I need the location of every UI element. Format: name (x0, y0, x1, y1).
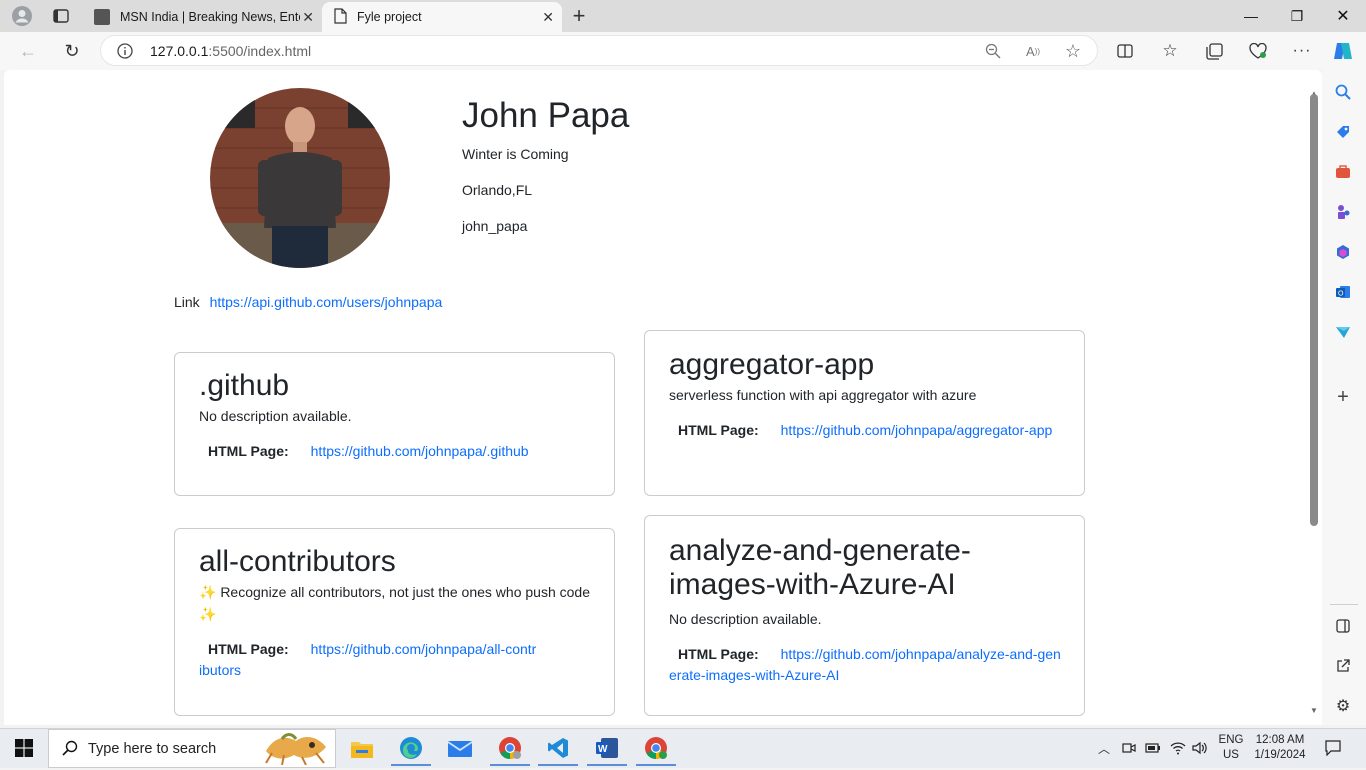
profile-location: Orlando,FL (462, 182, 533, 198)
drop-send-icon[interactable] (1332, 322, 1354, 342)
battery-icon[interactable] (1144, 740, 1162, 756)
scrollbar-thumb[interactable] (1310, 94, 1318, 526)
taskbar-search-icon (60, 738, 80, 758)
split-screen-icon[interactable] (1114, 40, 1136, 62)
close-tab-icon[interactable]: ✕ (302, 9, 314, 26)
taskbar-chrome-profile-icon[interactable] (636, 732, 676, 766)
tab-fyle-project[interactable]: Fyle project ✕ (322, 2, 562, 32)
repo-description: No description available. (669, 611, 822, 627)
search-icon[interactable] (1332, 82, 1354, 102)
profile-api-link[interactable]: https://api.github.com/users/johnpapa (210, 294, 443, 310)
input-language[interactable]: ENG US (1218, 733, 1244, 763)
refresh-icon[interactable]: ↻ (60, 40, 84, 62)
show-hidden-icons-icon[interactable]: ︿ (1096, 740, 1112, 756)
volume-icon[interactable] (1190, 739, 1210, 757)
wifi-icon[interactable] (1168, 739, 1188, 757)
open-external-icon[interactable] (1332, 656, 1354, 676)
taskbar-search-placeholder: Type here to search (88, 741, 217, 757)
page-favicon-icon (334, 7, 347, 27)
tools-briefcase-icon[interactable] (1332, 162, 1354, 182)
url-path: :5500/index.html (208, 43, 312, 59)
scroll-down-icon[interactable]: ▼ (1308, 704, 1320, 716)
profile-username: john_papa (462, 218, 528, 234)
settings-gear-icon[interactable]: ⚙ (1332, 696, 1354, 716)
search-highlight-illustration (262, 731, 330, 766)
repo-html-row: HTML Page: https://github.com/johnpapa/ag… (669, 420, 1054, 441)
taskbar-edge-icon[interactable] (391, 732, 431, 766)
repo-name: aggregator-app (669, 348, 875, 381)
html-page-label: HTML Page: (678, 646, 759, 662)
repo-html-row: HTML Page: https://github.com/johnpapa/.g… (199, 441, 590, 462)
site-info-icon[interactable] (116, 42, 134, 60)
svg-text:W: W (598, 744, 608, 755)
close-tab-icon[interactable]: ✕ (542, 9, 554, 26)
avatar (210, 88, 390, 268)
msn-favicon-icon (94, 9, 110, 25)
clock-date: 1/19/2024 (1254, 749, 1306, 761)
repo-card: analyze-and-generate-images-with-Azure-A… (644, 515, 1085, 716)
repo-card: .github No description available. HTML P… (174, 352, 615, 496)
taskbar-word-icon[interactable]: W (587, 732, 627, 766)
notifications-icon[interactable] (1322, 738, 1344, 758)
taskbar-vscode-icon[interactable] (538, 732, 578, 766)
profile-link-row: Link https://api.github.com/users/johnpa… (174, 294, 442, 310)
repo-name: analyze-and-generate-images-with-Azure-A… (669, 534, 971, 601)
shopping-tag-icon[interactable] (1332, 122, 1354, 142)
profile-icon[interactable] (8, 4, 36, 28)
favorites-icon[interactable]: ☆ (1158, 40, 1182, 62)
repo-description: ✨ Recognize all contributors, not just t… (199, 584, 590, 622)
url-text[interactable]: 127.0.0.1:5500/index.html (150, 43, 311, 59)
restore-icon[interactable]: ❐ (1274, 0, 1320, 32)
add-sidebar-app-icon[interactable]: + (1332, 386, 1354, 408)
outlook-icon[interactable]: O (1332, 282, 1354, 302)
svg-text:O: O (1338, 291, 1344, 298)
meet-now-icon[interactable] (1120, 740, 1138, 756)
repo-name: all-contributors (199, 545, 396, 578)
tab-msn[interactable]: MSN India | Breaking News, Ente ✕ (84, 2, 322, 32)
favorite-star-icon[interactable]: ☆ (1062, 40, 1084, 62)
url-host: 127.0.0.1 (150, 43, 209, 59)
new-tab-icon[interactable]: + (566, 3, 592, 28)
tab-title: Fyle project (357, 10, 422, 24)
games-icon[interactable] (1332, 202, 1354, 222)
tab-actions-icon[interactable] (48, 5, 74, 27)
repo-html-link[interactable]: https://github.com/johnpapa/aggregator-a… (781, 422, 1053, 438)
region-code: US (1223, 749, 1239, 761)
more-options-icon[interactable]: ··· (1290, 40, 1314, 62)
repo-name: .github (199, 369, 290, 402)
collections-icon[interactable] (1202, 40, 1226, 62)
read-aloud-icon[interactable]: A)) (1022, 41, 1044, 61)
repo-html-row: HTML Page: https://github.com/johnpapa/an… (669, 644, 1061, 686)
html-page-label: HTML Page: (208, 443, 289, 459)
close-window-icon[interactable]: ✕ (1320, 0, 1366, 32)
microsoft-365-icon[interactable] (1332, 242, 1354, 262)
language-code: ENG (1218, 734, 1244, 746)
taskbar-file-explorer-icon[interactable] (342, 732, 382, 766)
windows-start-icon[interactable] (14, 738, 34, 758)
repo-html-row: HTML Page: https://github.com/johnpapa/al… (199, 639, 539, 681)
taskbar-chrome-icon[interactable] (490, 732, 530, 766)
back-icon[interactable]: ← (16, 40, 40, 62)
profile-bio: Winter is Coming (462, 146, 569, 162)
clock-time: 12:08 AM (1255, 734, 1305, 746)
html-page-label: HTML Page: (208, 641, 289, 657)
repo-description: No description available. (199, 408, 352, 424)
taskbar-clock[interactable]: 12:08 AM 1/19/2024 (1248, 733, 1312, 763)
repo-card: all-contributors ✨ Recognize all contrib… (174, 528, 615, 716)
repo-description: serverless function with api aggregator … (669, 387, 977, 403)
browser-essentials-icon[interactable] (1246, 40, 1270, 62)
sidebar-divider (1330, 604, 1358, 605)
copilot-icon[interactable] (1330, 38, 1356, 64)
minimize-icon[interactable]: — (1228, 0, 1274, 32)
zoom-out-icon[interactable] (982, 41, 1004, 61)
tab-title: MSN India | Breaking News, Ente (120, 10, 300, 24)
profile-name: John Papa (462, 96, 630, 135)
html-page-label: HTML Page: (678, 422, 759, 438)
repo-html-link[interactable]: https://github.com/johnpapa/.github (311, 443, 529, 459)
taskbar-mail-icon[interactable] (440, 732, 480, 766)
hide-sidebar-icon[interactable] (1332, 616, 1354, 636)
repo-card: aggregator-app serverless function with … (644, 330, 1085, 496)
link-label: Link (174, 294, 200, 310)
